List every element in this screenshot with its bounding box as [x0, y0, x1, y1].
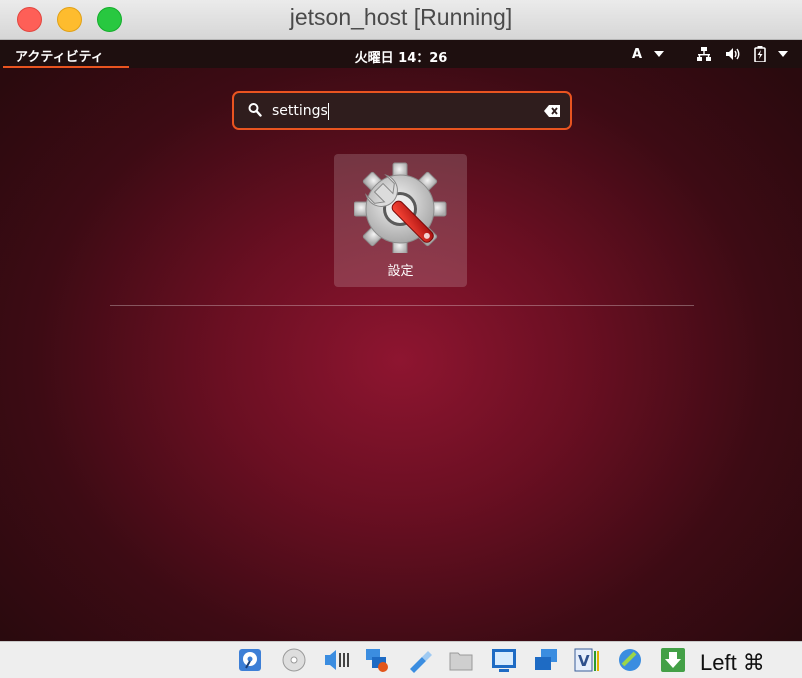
battery-icon: [754, 46, 766, 62]
mouse-integration-icon[interactable]: [617, 647, 643, 673]
settings-gear-wrench-icon: [354, 162, 447, 253]
clear-text-icon[interactable]: [544, 105, 560, 117]
host-key-label: Left ⌘: [700, 650, 765, 675]
window-title: jetson_host [Running]: [289, 4, 513, 30]
text-cursor: [328, 103, 329, 120]
search-field[interactable]: [232, 91, 572, 130]
results-separator: [110, 305, 694, 306]
chevron-down-icon: [778, 51, 788, 57]
cpu-vt-x-icon[interactable]: V: [574, 647, 600, 673]
display-icon[interactable]: [491, 647, 517, 673]
svg-text:V: V: [578, 652, 590, 670]
title-bar[interactable]: jetson_host [Running]: [0, 0, 802, 40]
optical-drive-icon[interactable]: [281, 647, 307, 673]
vm-status-bar: V Left ⌘: [0, 641, 802, 678]
search-result-settings[interactable]: 設定: [334, 154, 467, 287]
gnome-top-bar: アクティビティ 火曜日 14：26 A: [0, 40, 802, 68]
search-icon: [248, 103, 262, 117]
input-method-indicator[interactable]: A: [632, 47, 642, 62]
shared-folder-icon[interactable]: [448, 647, 474, 673]
keyboard-capture-icon[interactable]: [660, 647, 686, 673]
search-input[interactable]: [272, 100, 532, 122]
usb-icon[interactable]: [406, 647, 432, 673]
volume-icon: [726, 48, 740, 60]
network-icon[interactable]: [364, 647, 390, 673]
clock[interactable]: 火曜日 14：26: [0, 47, 802, 66]
guest-screen[interactable]: アクティビティ 火曜日 14：26 A settings 設定: [0, 40, 802, 641]
video-capture-icon[interactable]: [533, 647, 559, 673]
chevron-down-icon[interactable]: [654, 51, 664, 57]
network-wired-icon: [697, 47, 711, 61]
result-label: 設定: [387, 264, 414, 279]
audio-icon[interactable]: [323, 647, 349, 673]
hard-disk-icon[interactable]: [237, 647, 263, 673]
virtualbox-window: jetson_host [Running] アクティビティ 火曜日 14：26 …: [0, 0, 802, 678]
